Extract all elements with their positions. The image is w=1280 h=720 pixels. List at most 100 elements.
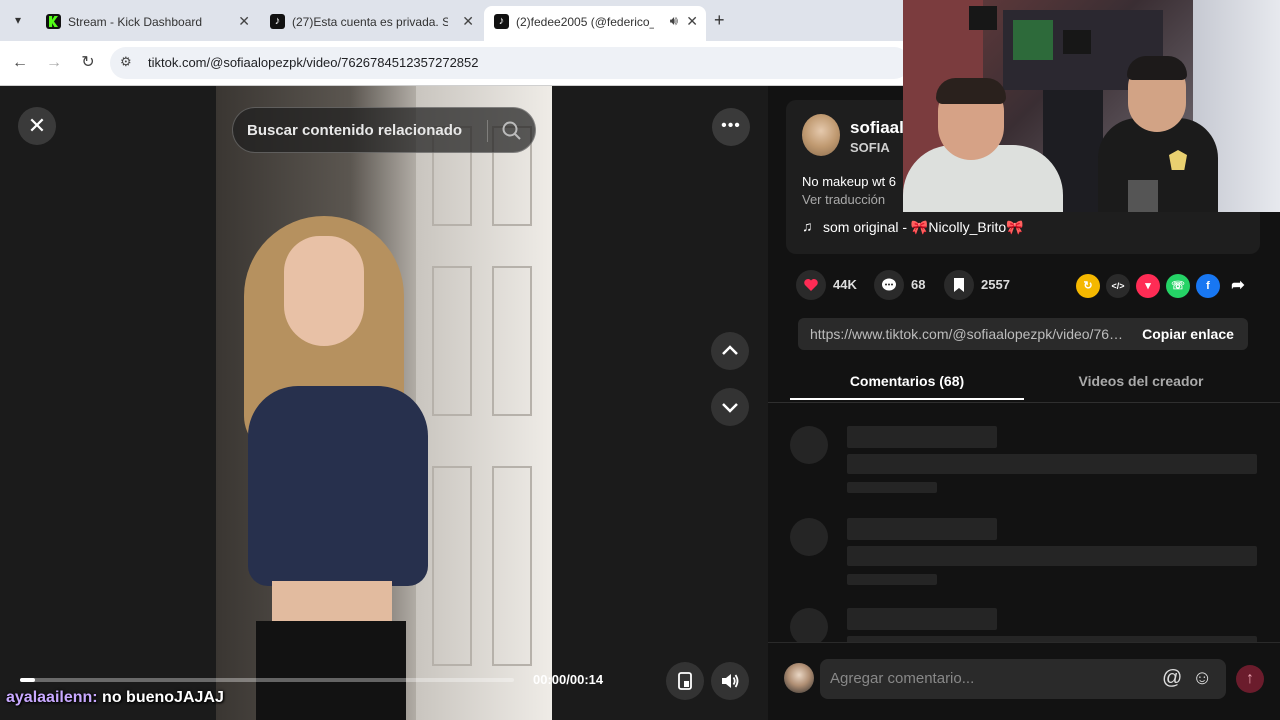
skeleton-line: [847, 546, 1257, 566]
likes-count: 44K: [833, 277, 857, 292]
webcam-poster: [969, 6, 997, 30]
door-panel: [492, 266, 532, 416]
video-time: 00:00/00:14: [533, 672, 604, 687]
url-text: tiktok.com/@sofiaalopezpk/video/76267845…: [148, 55, 479, 70]
next-video-button[interactable]: [711, 388, 749, 426]
webcam-cup: [1128, 180, 1158, 212]
emoji-icon[interactable]: ☺: [1192, 667, 1212, 690]
heart-icon: [796, 270, 826, 300]
tab-close-icon[interactable]: ✕: [238, 13, 250, 30]
streamer-2-body: [1098, 118, 1218, 212]
previous-video-button[interactable]: [711, 332, 749, 370]
search-icon[interactable]: [501, 120, 523, 142]
comments-count: 68: [911, 277, 926, 292]
browser-tab-tiktok-private[interactable]: ♪ (27)Esta cuenta es privada. Sigu ✕: [260, 6, 482, 41]
person-pants: [256, 621, 406, 720]
tab-creator-videos[interactable]: Videos del creador: [1024, 362, 1258, 400]
picture-in-picture-button[interactable]: [666, 662, 704, 700]
volume-icon: [722, 674, 739, 688]
chat-username: ayalaailenn:: [6, 689, 98, 706]
copy-link-button[interactable]: Copiar enlace: [1128, 318, 1248, 350]
forward-arrow-icon[interactable]: →: [44, 53, 64, 73]
tab-close-icon[interactable]: ✕: [462, 13, 474, 30]
webcam-poster: [1063, 30, 1091, 54]
tiktok-icon: ♪: [270, 14, 285, 29]
video-description: No makeup wt 6: [802, 174, 896, 189]
url-field[interactable]: ⚙ tiktok.com/@sofiaalopezpk/video/762678…: [110, 47, 910, 79]
translate-link[interactable]: Ver traducción: [802, 192, 885, 207]
skeleton-line: [847, 574, 937, 585]
skeleton-line: [847, 454, 1257, 474]
mention-icon[interactable]: @: [1162, 667, 1182, 690]
new-tab-button[interactable]: +: [714, 10, 725, 31]
streamer-1-hair: [936, 78, 1006, 104]
reload-icon[interactable]: ↻: [78, 53, 98, 73]
repost-icon[interactable]: ↻: [1076, 274, 1100, 298]
skeleton-line: [847, 482, 937, 493]
share-arrow-icon[interactable]: ➦: [1226, 274, 1250, 298]
tab-comments[interactable]: Comentarios (68): [790, 362, 1024, 400]
panel-tabs: Comentarios (68) Videos del creador: [790, 362, 1258, 402]
browser-tab-tiktok-active[interactable]: ♪ (2)fedee2005 (@federico_2( 🔊︎ ✕: [484, 6, 706, 41]
streamer-2-hair: [1127, 56, 1187, 80]
user-avatar: [784, 663, 814, 693]
send-to-friends-icon[interactable]: ▾: [1136, 274, 1160, 298]
stream-chat-message: ayalaailenn: no buenoJAJAJ: [6, 689, 224, 707]
search-placeholder: Buscar contenido relacionado: [247, 122, 463, 139]
tab-close-icon[interactable]: ✕: [686, 13, 698, 30]
skeleton-line: [847, 426, 997, 448]
comment-skeleton: [790, 608, 1260, 642]
facebook-icon[interactable]: f: [1196, 274, 1220, 298]
door-panel: [492, 466, 532, 666]
speaker-icon[interactable]: 🔊︎: [670, 13, 678, 29]
door-background: [416, 86, 552, 720]
door-panel: [432, 266, 472, 416]
door-panel: [432, 466, 472, 666]
comment-skeleton: [790, 518, 1260, 598]
creator-avatar[interactable]: [802, 114, 840, 156]
embed-code-icon[interactable]: </>: [1106, 274, 1130, 298]
skeleton-avatar: [790, 608, 828, 642]
music-title[interactable]: som original - 🎀Nicolly_Brito🎀: [823, 219, 1024, 236]
video-player[interactable]: ✕ Buscar contenido relacionado ••• 00:00…: [0, 86, 768, 720]
comment-input[interactable]: Agregar comentario... @ ☺: [820, 659, 1226, 699]
back-arrow-icon[interactable]: ←: [10, 53, 30, 73]
creator-username[interactable]: sofiaal: [850, 118, 904, 138]
kick-icon: [46, 14, 61, 29]
video-frame[interactable]: [216, 86, 552, 720]
skeleton-avatar: [790, 518, 828, 556]
related-search-input[interactable]: Buscar contenido relacionado: [232, 107, 536, 153]
tabs-divider: [768, 402, 1280, 403]
skeleton-line: [847, 518, 997, 540]
comment-composer: Agregar comentario... @ ☺ ↑: [768, 642, 1280, 720]
chat-text: no buenoJAJAJ: [97, 689, 224, 706]
site-info-icon[interactable]: ⚙: [120, 54, 132, 70]
send-comment-button[interactable]: ↑: [1236, 665, 1264, 693]
comment-skeleton: [790, 426, 1260, 506]
whatsapp-icon[interactable]: ☏: [1166, 274, 1190, 298]
skeleton-line: [847, 608, 997, 630]
video-progress-bar[interactable]: [20, 678, 514, 682]
comment-bubble-icon: [874, 270, 904, 300]
bookmark-icon: [944, 270, 974, 300]
close-video-button[interactable]: ✕: [18, 107, 56, 145]
video-progress-fill: [20, 678, 35, 682]
chevron-down-icon: [722, 403, 738, 413]
person-shirt: [248, 386, 428, 586]
saves-count: 2557: [981, 277, 1010, 292]
browser-tab-kick[interactable]: Stream - Kick Dashboard ✕: [36, 6, 258, 41]
person-face: [284, 236, 364, 346]
screen: ▾ Stream - Kick Dashboard ✕ ♪ (27)Esta c…: [0, 0, 1280, 720]
tab-title: (27)Esta cuenta es privada. Sigu: [292, 15, 448, 29]
tab-search-chevron-icon[interactable]: ▾: [8, 10, 28, 30]
tab-title: (2)fedee2005 (@federico_2(: [516, 15, 654, 29]
person-midriff: [272, 581, 392, 626]
music-note-icon: ♫: [802, 218, 813, 234]
more-options-button[interactable]: •••: [712, 108, 750, 146]
pip-icon: [678, 672, 692, 690]
volume-button[interactable]: [711, 662, 749, 700]
video-link-box: https://www.tiktok.com/@sofiaalopezpk/vi…: [798, 318, 1248, 350]
webcam-poster: [1013, 20, 1053, 60]
tiktok-icon: ♪: [494, 14, 509, 29]
webcam-overlay: [903, 0, 1280, 212]
